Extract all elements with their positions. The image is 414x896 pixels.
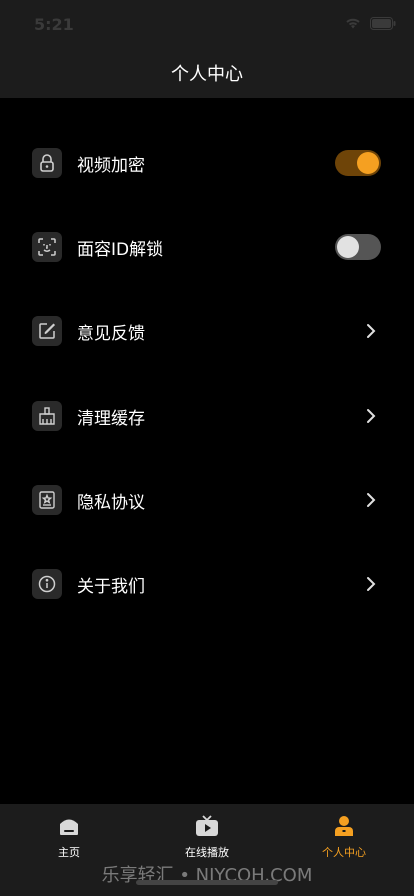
chevron-right-icon	[367, 493, 376, 507]
page-title: 个人中心	[171, 64, 243, 85]
menu-item-clear-cache[interactable]: 清理缓存	[0, 386, 414, 446]
video-encryption-toggle[interactable]	[335, 150, 381, 176]
status-bar: 5:21	[0, 0, 414, 48]
chevron-right-icon	[367, 409, 376, 423]
toggle-knob	[357, 152, 379, 174]
chevron-right-icon	[367, 324, 376, 338]
menu-item-privacy-policy[interactable]: 隐私协议	[0, 470, 414, 530]
face-id-toggle[interactable]	[335, 234, 381, 260]
header: 个人中心	[0, 48, 414, 98]
wifi-icon	[346, 18, 360, 29]
status-icons	[344, 16, 396, 30]
user-icon	[335, 816, 353, 836]
menu-item-label: 清理缓存	[77, 409, 145, 429]
menu-item-label: 视频加密	[77, 156, 145, 176]
menu-item-label: 关于我们	[77, 577, 145, 597]
tab-label: 个人中心	[322, 846, 366, 859]
tv-play-icon	[196, 815, 218, 836]
menu-item-label: 隐私协议	[77, 493, 145, 513]
menu-item-label: 意见反馈	[77, 324, 145, 344]
chevron-right-icon	[367, 577, 376, 591]
info-icon	[32, 569, 62, 599]
battery-icon	[370, 16, 396, 30]
tab-label: 主页	[58, 846, 80, 859]
tab-profile[interactable]: 个人中心	[294, 814, 394, 864]
tab-online-play[interactable]: 在线播放	[157, 814, 257, 864]
face-id-icon	[32, 232, 62, 262]
broom-icon	[32, 401, 62, 431]
menu-item-feedback[interactable]: 意见反馈	[0, 301, 414, 361]
tab-home[interactable]: 主页	[19, 814, 119, 864]
menu-item-video-encryption[interactable]: 视频加密	[0, 133, 414, 193]
menu-item-label: 面容ID解锁	[77, 240, 164, 260]
tab-label: 在线播放	[185, 846, 229, 859]
menu-item-about-us[interactable]: 关于我们	[0, 554, 414, 614]
toggle-knob	[337, 236, 359, 258]
lock-icon	[32, 148, 62, 178]
status-time: 5:21	[34, 15, 74, 34]
edit-icon	[32, 316, 62, 346]
document-star-icon	[32, 485, 62, 515]
menu-item-face-id-unlock[interactable]: 面容ID解锁	[0, 217, 414, 277]
home-icon	[60, 819, 78, 835]
home-indicator[interactable]	[136, 880, 278, 885]
